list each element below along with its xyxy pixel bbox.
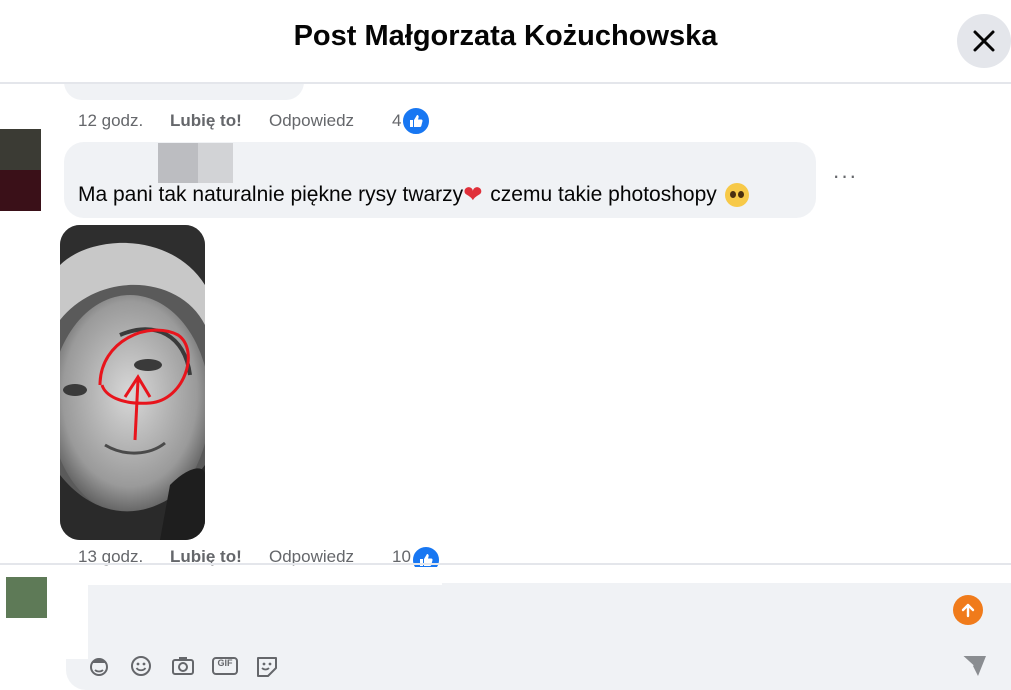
heart-emoji: ❤ (463, 181, 483, 207)
gif-label: GIF (217, 658, 233, 668)
gif-button[interactable]: GIF (212, 654, 238, 678)
redacted-name (198, 143, 233, 183)
dialog-header: Post Małgorzata Kożuchowska (0, 0, 1011, 84)
current-user-avatar (6, 577, 47, 618)
composer-divider (0, 563, 1011, 565)
comment-text: Ma pani tak naturalnie piękne rysy twarz… (78, 181, 749, 208)
previous-like-count[interactable]: 4 (392, 111, 401, 131)
pleading-face-emoji-icon (724, 182, 749, 207)
avatar-sticker-button[interactable] (86, 654, 112, 678)
redacted-area (88, 577, 442, 585)
redacted-area (47, 577, 88, 659)
previous-like-button[interactable]: Lubię to! (170, 111, 269, 131)
thumbs-up-icon[interactable] (402, 107, 431, 135)
camera-icon (172, 657, 194, 675)
arrow-up-icon (961, 603, 975, 618)
photo-button[interactable] (170, 654, 196, 678)
previous-reply-button[interactable]: Odpowiedz (269, 111, 392, 131)
emoji-button[interactable] (128, 654, 154, 678)
close-button[interactable] (957, 14, 1011, 68)
redacted-name (158, 143, 198, 183)
sticker-button[interactable] (254, 654, 280, 678)
comment-text-start: Ma pani tak naturalnie piękne rysy twarz… (78, 182, 464, 206)
close-icon (973, 30, 995, 52)
comment-attached-photo[interactable] (60, 225, 205, 540)
dialog-title: Post Małgorzata Kożuchowska (293, 20, 718, 52)
sticker-icon (257, 657, 277, 677)
send-comment-button[interactable] (960, 652, 988, 678)
previous-comment-time[interactable]: 12 godz. (78, 111, 170, 131)
avatar-sticker-icon (90, 658, 108, 676)
previous-comment-actions: 12 godz. Lubię to! Odpowiedz 4 (78, 107, 431, 135)
commenter-avatar[interactable] (0, 129, 41, 211)
paper-plane-icon (961, 655, 986, 676)
more-options-button[interactable]: ··· (832, 165, 858, 192)
comment-input[interactable] (66, 583, 1011, 690)
comment-text-end: czemu takie photoshopy (484, 182, 717, 206)
send-button[interactable] (953, 595, 983, 625)
emoji-icon (131, 656, 151, 676)
